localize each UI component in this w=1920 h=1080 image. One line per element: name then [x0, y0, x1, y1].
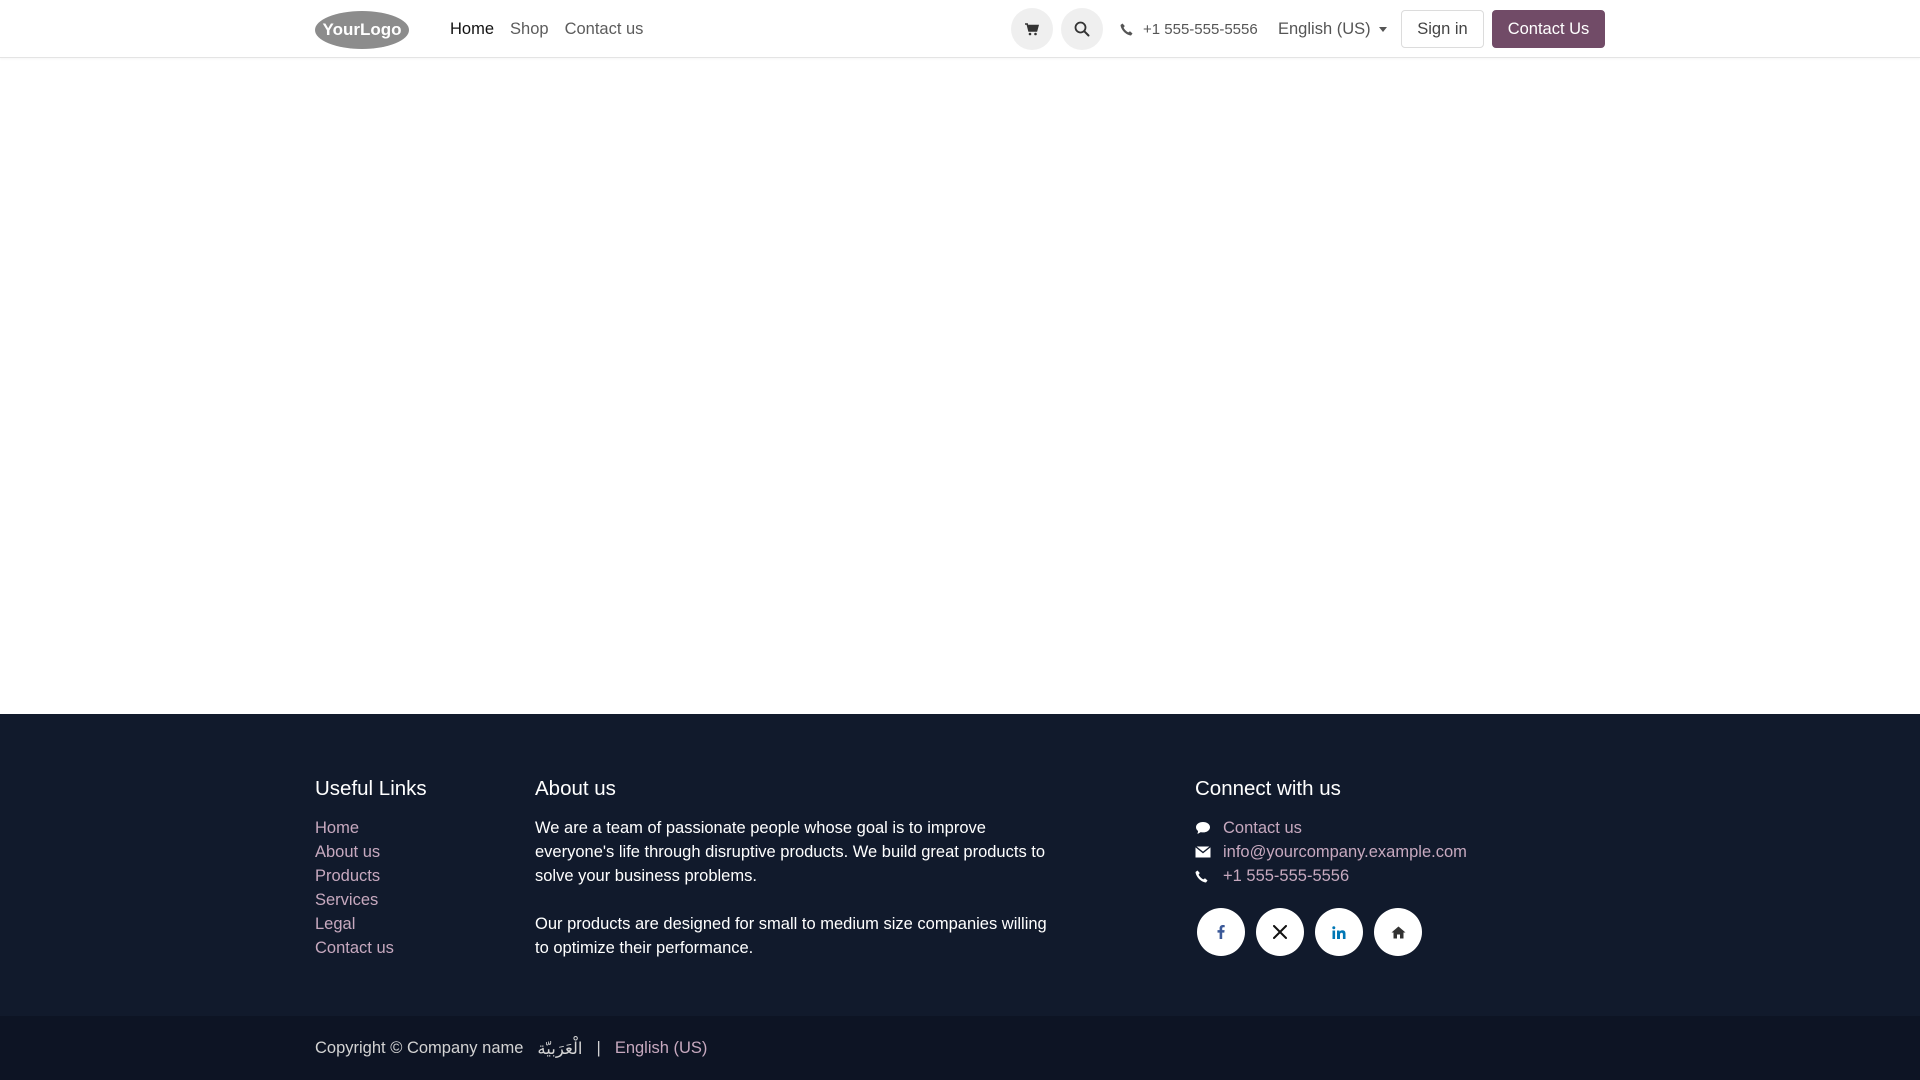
contact-us-button[interactable]: Contact Us: [1492, 10, 1605, 48]
x-icon: [1273, 925, 1287, 939]
linkedin-button[interactable]: [1315, 908, 1363, 956]
footer-link-products[interactable]: Products: [315, 864, 515, 888]
sign-in-button[interactable]: Sign in: [1401, 10, 1484, 48]
caret-down-icon: [1378, 27, 1387, 32]
social-links: [1197, 908, 1595, 956]
home-icon: [1391, 926, 1405, 938]
nav-home[interactable]: Home: [442, 0, 502, 58]
phone-icon: [1120, 23, 1133, 35]
logo[interactable]: YourLogo: [314, 8, 411, 50]
linkedin-icon: [1332, 925, 1346, 939]
cart-icon: [1025, 22, 1039, 35]
connect-title: Connect with us: [1195, 777, 1341, 800]
useful-links-title: Useful Links: [315, 777, 427, 800]
footer-link-about-us[interactable]: About us: [315, 840, 515, 864]
cart-button[interactable]: [1011, 8, 1053, 50]
about-us-title: About us: [535, 777, 616, 800]
connect-contact-row: Contact us: [1195, 816, 1595, 840]
nav-shop[interactable]: Shop: [502, 0, 557, 58]
connect-contact-link[interactable]: Contact us: [1223, 819, 1302, 838]
footer-link-contact-us[interactable]: Contact us: [315, 936, 515, 960]
connect-phone-link[interactable]: +1 555-555-5556: [1223, 867, 1349, 886]
site-footer: Useful Links Home About us Products Serv…: [0, 714, 1920, 1016]
footer-link-legal[interactable]: Legal: [315, 912, 515, 936]
language-label: English (US): [1278, 19, 1371, 38]
envelope-icon: [1195, 846, 1223, 858]
language-arabic-link[interactable]: الْعَرَبيّة: [537, 1039, 582, 1058]
phone-icon: [1195, 870, 1223, 883]
about-paragraph: Our products are designed for small to m…: [535, 915, 1047, 957]
language-separator: |: [596, 1038, 601, 1057]
facebook-button[interactable]: [1197, 908, 1245, 956]
search-button[interactable]: [1061, 8, 1103, 50]
chat-icon: [1195, 821, 1223, 835]
header-phone-text: +1 555-555-5556: [1143, 20, 1258, 38]
language-dropdown[interactable]: English (US): [1278, 0, 1387, 58]
language-english-link[interactable]: English (US): [615, 1039, 708, 1058]
site-header: YourLogo Home Shop Contact us +1 555-555…: [0, 0, 1920, 58]
search-icon: [1074, 21, 1090, 37]
connect-column: Connect with us Contact us info@yourcomp…: [1195, 776, 1595, 956]
connect-phone-row: +1 555-555-5556: [1195, 864, 1595, 888]
useful-links-column: Useful Links Home About us Products Serv…: [315, 776, 515, 960]
about-us-column: About us We are a team of passionate peo…: [535, 776, 1065, 960]
footer-link-services[interactable]: Services: [315, 888, 515, 912]
nav-contact-us[interactable]: Contact us: [557, 0, 652, 58]
about-paragraph: We are a team of passionate people whose…: [535, 819, 1046, 885]
footer-link-home[interactable]: Home: [315, 816, 515, 840]
facebook-icon: [1217, 925, 1225, 939]
connect-email-link[interactable]: info@yourcompany.example.com: [1223, 843, 1467, 862]
x-button[interactable]: [1256, 908, 1304, 956]
header-phone[interactable]: +1 555-555-5556: [1120, 0, 1258, 58]
logo-text: YourLogo: [323, 20, 402, 39]
main-nav: Home Shop Contact us: [442, 0, 651, 58]
copyright-bar: Copyright © Company name الْعَرَبيّة | E…: [0, 1016, 1920, 1080]
home-button[interactable]: [1374, 908, 1422, 956]
copyright-text: Copyright © Company name: [315, 1038, 524, 1057]
connect-email-row: info@yourcompany.example.com: [1195, 840, 1595, 864]
